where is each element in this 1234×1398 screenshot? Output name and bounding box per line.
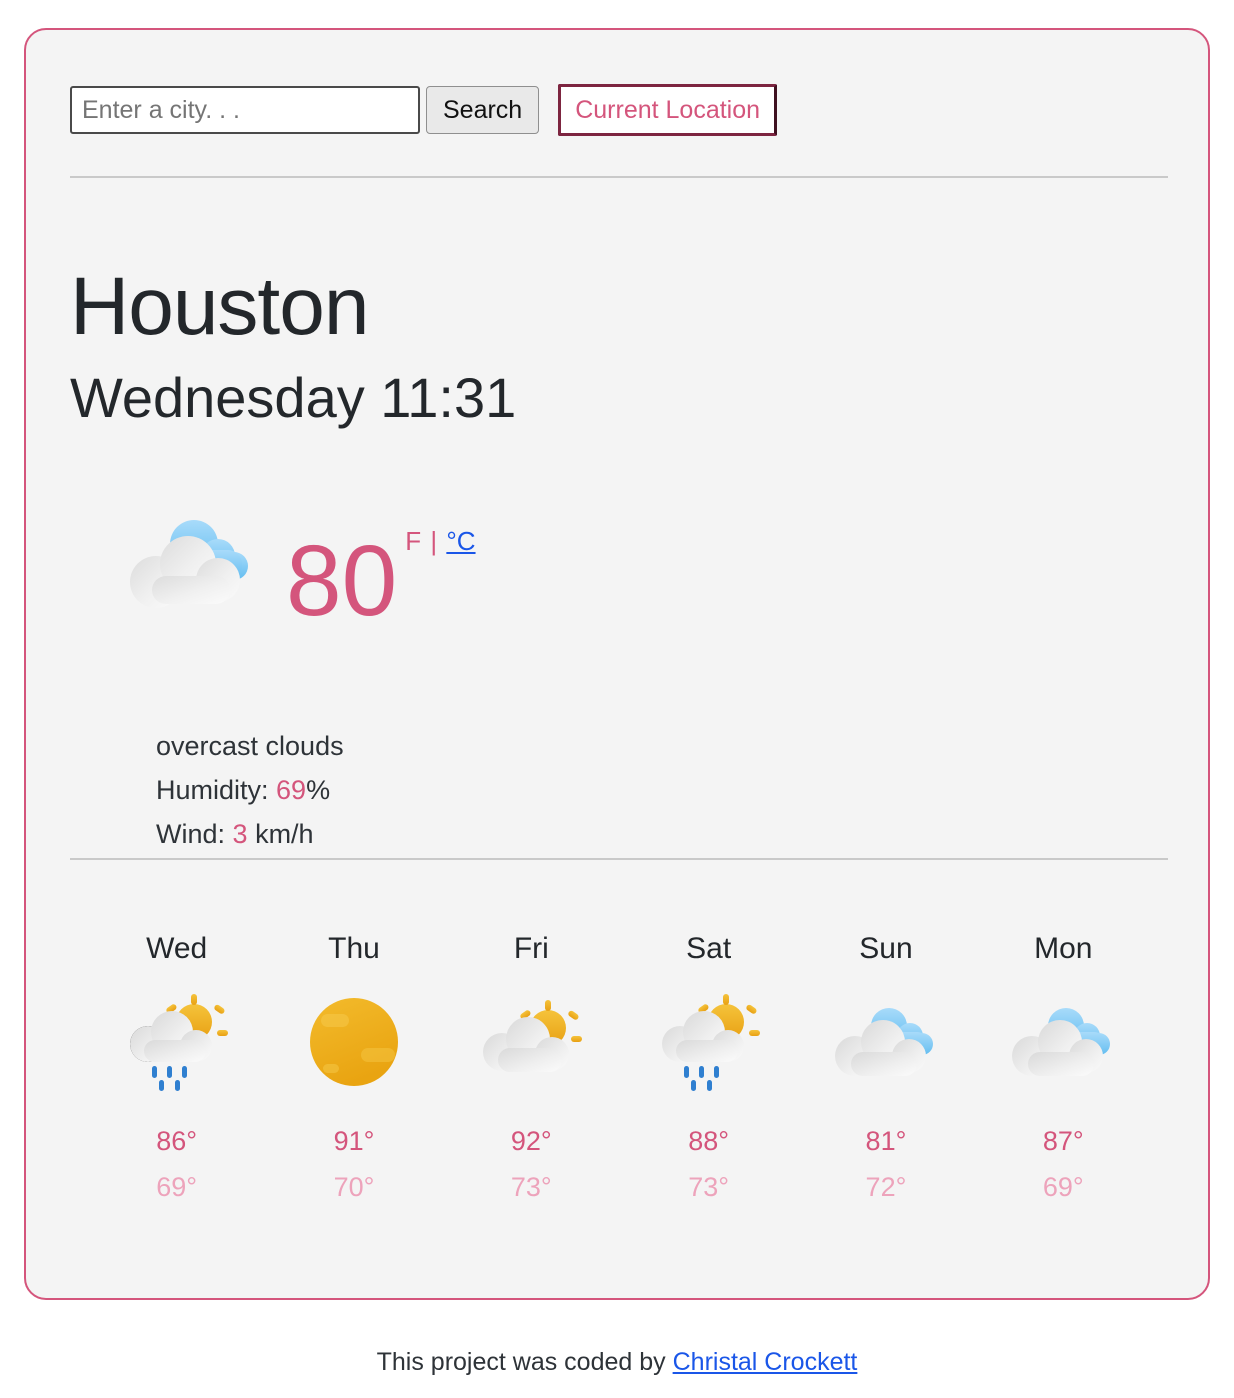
forecast-day-label: Thu xyxy=(328,932,380,965)
forecast-high: 88° xyxy=(688,1126,730,1156)
overcast-clouds-icon xyxy=(834,1008,933,1076)
overcast-clouds-icon xyxy=(130,520,248,608)
forecast-day-label: Sun xyxy=(859,932,913,965)
forecast-low: 69° xyxy=(156,1172,198,1202)
forecast-low: 73° xyxy=(510,1172,552,1202)
forecast-low: 73° xyxy=(688,1172,730,1202)
search-row: Search Current Location xyxy=(70,84,778,136)
unit-separator: | xyxy=(430,526,438,556)
wind-label: Wind: xyxy=(156,819,233,849)
forecast-day-label: Wed xyxy=(146,932,208,965)
forecast-day-label: Sat xyxy=(686,932,732,965)
forecast-high: 92° xyxy=(510,1126,552,1156)
temperature-block: 80 F | °C xyxy=(286,506,476,637)
forecast-day-label: Fri xyxy=(513,932,549,965)
weather-description: overcast clouds xyxy=(156,731,344,761)
unit-celsius-link[interactable]: °C xyxy=(446,526,475,556)
forecast-high: 86° xyxy=(156,1126,198,1156)
current-temperature: 80 xyxy=(286,525,398,637)
forecast-high: 87° xyxy=(1042,1126,1084,1156)
forecast-day: Fri 92° 73° xyxy=(443,932,620,1210)
city-name: Houston xyxy=(70,261,369,352)
divider-top xyxy=(70,176,1168,178)
forecast-low: 69° xyxy=(1042,1172,1084,1202)
forecast-high: 81° xyxy=(865,1126,907,1156)
forecast-day: Wed 86° 69° xyxy=(88,932,265,1210)
divider-middle xyxy=(70,858,1168,860)
sun-icon xyxy=(309,998,398,1086)
city-search-input[interactable] xyxy=(70,86,420,134)
forecast-high: 91° xyxy=(333,1126,375,1156)
sun-cloud-icon xyxy=(483,1000,583,1072)
forecast-day: Sat 88° 73° xyxy=(620,932,797,1210)
forecast-low: 72° xyxy=(865,1172,907,1202)
humidity-value: 69 xyxy=(276,775,307,805)
forecast-day: Mon 87° 69° xyxy=(975,932,1152,1210)
wind-row: Wind: 3 km/h xyxy=(156,812,344,856)
humidity-row: Humidity: 69% xyxy=(156,768,344,812)
forecast-day-label: Mon xyxy=(1034,932,1093,965)
unit-toggle: F | °C xyxy=(405,526,475,557)
footer: This project was coded by Christal Crock… xyxy=(0,1348,1234,1377)
weather-app-page: Search Current Location Houston Wednesda… xyxy=(0,0,1234,1398)
footer-text: This project was coded by xyxy=(376,1348,673,1376)
wind-suffix: km/h xyxy=(247,819,314,849)
wind-value: 3 xyxy=(232,819,248,849)
sun-cloud-rain-icon xyxy=(129,994,228,1091)
sun-cloud-rain-icon xyxy=(661,994,760,1091)
forecast-row: Wed 86° 69° Thu 91° 70° Fri 92° 73° Sat … xyxy=(88,932,1152,1210)
unit-fahrenheit[interactable]: F xyxy=(405,526,421,556)
current-details: overcast clouds Humidity: 69% Wind: 3 km… xyxy=(156,724,344,856)
current-location-button[interactable]: Current Location xyxy=(558,84,778,136)
overcast-clouds-icon xyxy=(1012,1008,1111,1076)
day-time: Wednesday 11:31 xyxy=(70,366,517,429)
forecast-day: Thu 91° 70° xyxy=(265,932,442,1210)
humidity-label: Humidity: xyxy=(156,775,277,805)
search-button[interactable]: Search xyxy=(426,86,540,134)
author-link[interactable]: Christal Crockett xyxy=(673,1348,858,1376)
weather-card: Search Current Location Houston Wednesda… xyxy=(24,28,1210,1300)
forecast-day: Sun 81° 72° xyxy=(797,932,974,1210)
current-conditions: 80 F | °C xyxy=(126,506,476,637)
forecast-low: 70° xyxy=(333,1172,375,1202)
humidity-suffix: % xyxy=(306,775,331,805)
